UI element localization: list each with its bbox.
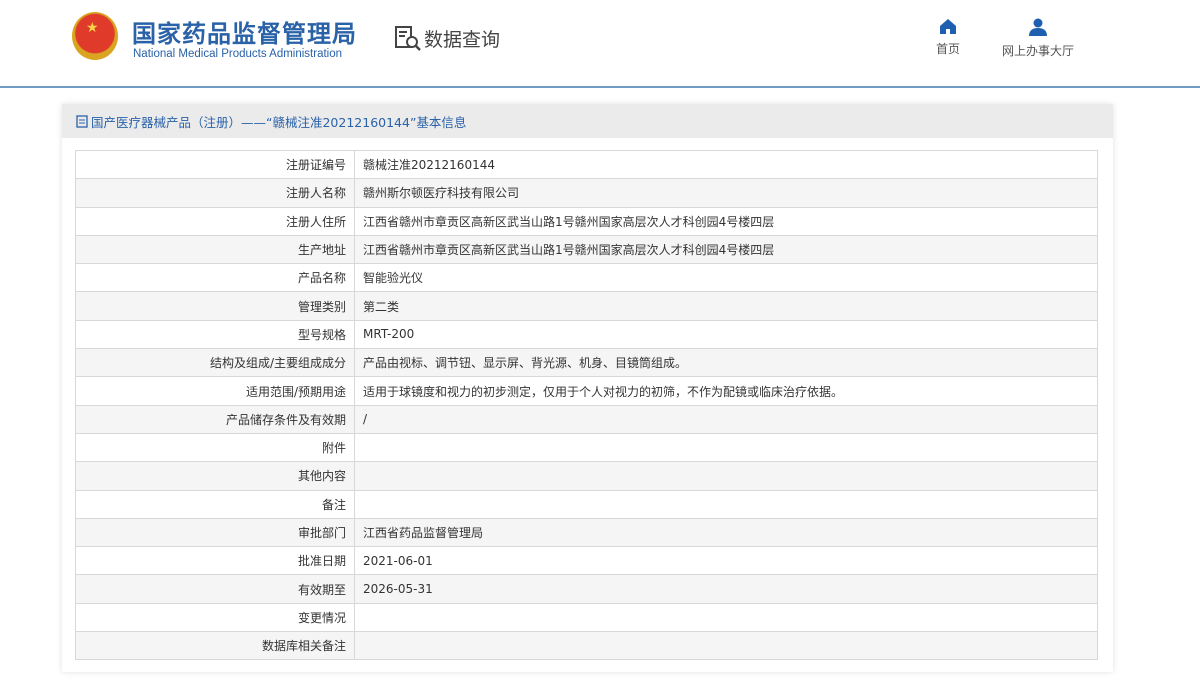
field-label: 批准日期 — [75, 546, 355, 576]
table-row: 批准日期 2021-06-01 — [75, 546, 1098, 576]
field-label: 管理类别 — [75, 291, 355, 321]
field-value — [354, 631, 1098, 661]
field-label: 产品名称 — [75, 263, 355, 293]
national-emblem-logo: ★ — [72, 12, 118, 60]
site-header: ★ 国家药品监督管理局 National Medical Products Ad… — [0, 0, 1200, 88]
field-value: 赣州斯尔顿医疗科技有限公司 — [354, 178, 1098, 208]
field-label: 注册证编号 — [75, 149, 355, 180]
document-search-icon — [395, 26, 421, 51]
field-label: 适用范围/预期用途 — [75, 376, 355, 406]
table-row: 注册人名称 赣州斯尔顿医疗科技有限公司 — [75, 178, 1098, 208]
nav-home[interactable]: 首页 — [936, 18, 960, 57]
table-row: 变更情况 — [75, 602, 1098, 633]
table-row: 有效期至 2026-05-31 — [75, 574, 1098, 604]
nav-online-service-hall[interactable]: 网上办事大厅 — [1002, 18, 1074, 59]
table-row: 其他内容 — [75, 461, 1098, 491]
field-value: 2026-05-31 — [354, 574, 1098, 604]
field-value: 产品由视标、调节钮、显示屏、背光源、机身、目镜筒组成。 — [354, 348, 1098, 378]
field-label: 结构及组成/主要组成成分 — [75, 348, 355, 378]
panel-title: 国产医疗器械产品（注册）——“赣械注准20212160144”基本信息 — [91, 114, 467, 130]
table-row: 产品名称 智能验光仪 — [75, 263, 1098, 293]
field-label: 审批部门 — [75, 517, 355, 548]
field-value: / — [354, 404, 1098, 434]
table-row: 型号规格 MRT-200 — [75, 319, 1098, 350]
field-value: 第二类 — [354, 291, 1098, 321]
site-subtitle: National Medical Products Administration — [133, 48, 343, 60]
nav-home-label: 首页 — [936, 42, 961, 56]
field-label: 变更情况 — [75, 602, 355, 633]
panel-header: 国产医疗器械产品（注册）——“赣械注准20212160144”基本信息 — [62, 104, 1113, 138]
table-row: 备注 — [75, 489, 1098, 519]
field-label: 附件 — [75, 432, 355, 463]
site-title: 国家药品监督管理局 — [132, 20, 357, 48]
field-label: 有效期至 — [75, 574, 355, 604]
detail-panel: 国产医疗器械产品（注册）——“赣械注准20212160144”基本信息 注册证编… — [62, 104, 1113, 672]
field-value — [354, 489, 1098, 519]
table-row: 结构及组成/主要组成成分 产品由视标、调节钮、显示屏、背光源、机身、目镜筒组成。 — [75, 348, 1098, 378]
field-value: 江西省药品监督管理局 — [354, 517, 1098, 548]
field-label: 型号规格 — [75, 319, 355, 350]
table-row: 注册证编号 赣械注准20212160144 — [75, 149, 1098, 180]
table-row: 附件 — [75, 432, 1098, 463]
field-label: 数据库相关备注 — [75, 631, 355, 661]
table-row: 注册人住所 江西省赣州市章贡区高新区武当山路1号赣州国家高层次人才科创园4号楼四层 — [75, 206, 1098, 236]
field-value: 适用于球镜度和视力的初步测定，仅用于个人对视力的初筛，不作为配镜或临床治疗依据。 — [354, 376, 1098, 406]
field-value: 赣械注准20212160144 — [354, 149, 1098, 180]
field-label: 注册人住所 — [75, 206, 355, 236]
table-row: 产品储存条件及有效期 / — [75, 404, 1098, 434]
info-table: 注册证编号 赣械注准20212160144 注册人名称 赣州斯尔顿医疗科技有限公司 注册… — [75, 149, 1098, 661]
field-label: 注册人名称 — [75, 178, 355, 208]
field-value — [354, 602, 1098, 633]
field-value — [354, 432, 1098, 463]
field-value: 江西省赣州市章贡区高新区武当山路1号赣州国家高层次人才科创园4号楼四层 — [354, 206, 1098, 236]
field-value: 江西省赣州市章贡区高新区武当山路1号赣州国家高层次人才科创园4号楼四层 — [354, 234, 1098, 265]
field-label: 其他内容 — [75, 461, 355, 491]
field-value: 2021-06-01 — [354, 546, 1098, 576]
data-query-label: 数据查询 — [424, 28, 501, 51]
table-row: 生产地址 江西省赣州市章贡区高新区武当山路1号赣州国家高层次人才科创园4号楼四层 — [75, 234, 1098, 265]
field-label: 产品储存条件及有效期 — [75, 404, 355, 434]
document-icon — [76, 114, 88, 128]
home-icon — [940, 19, 956, 34]
table-row: 数据库相关备注 — [75, 631, 1098, 661]
field-value: 智能验光仪 — [354, 263, 1098, 293]
field-label: 生产地址 — [75, 234, 355, 265]
table-row: 管理类别 第二类 — [75, 291, 1098, 321]
table-row: 审批部门 江西省药品监督管理局 — [75, 517, 1098, 548]
table-row: 适用范围/预期用途 适用于球镜度和视力的初步测定，仅用于个人对视力的初筛，不作为配… — [75, 376, 1098, 406]
data-query-heading: 数据查询 — [394, 24, 500, 52]
field-value: MRT-200 — [354, 319, 1098, 350]
field-label: 备注 — [75, 489, 355, 519]
nav-online-service-label: 网上办事大厅 — [1002, 44, 1075, 58]
user-icon — [1029, 18, 1047, 36]
field-value — [354, 461, 1098, 491]
